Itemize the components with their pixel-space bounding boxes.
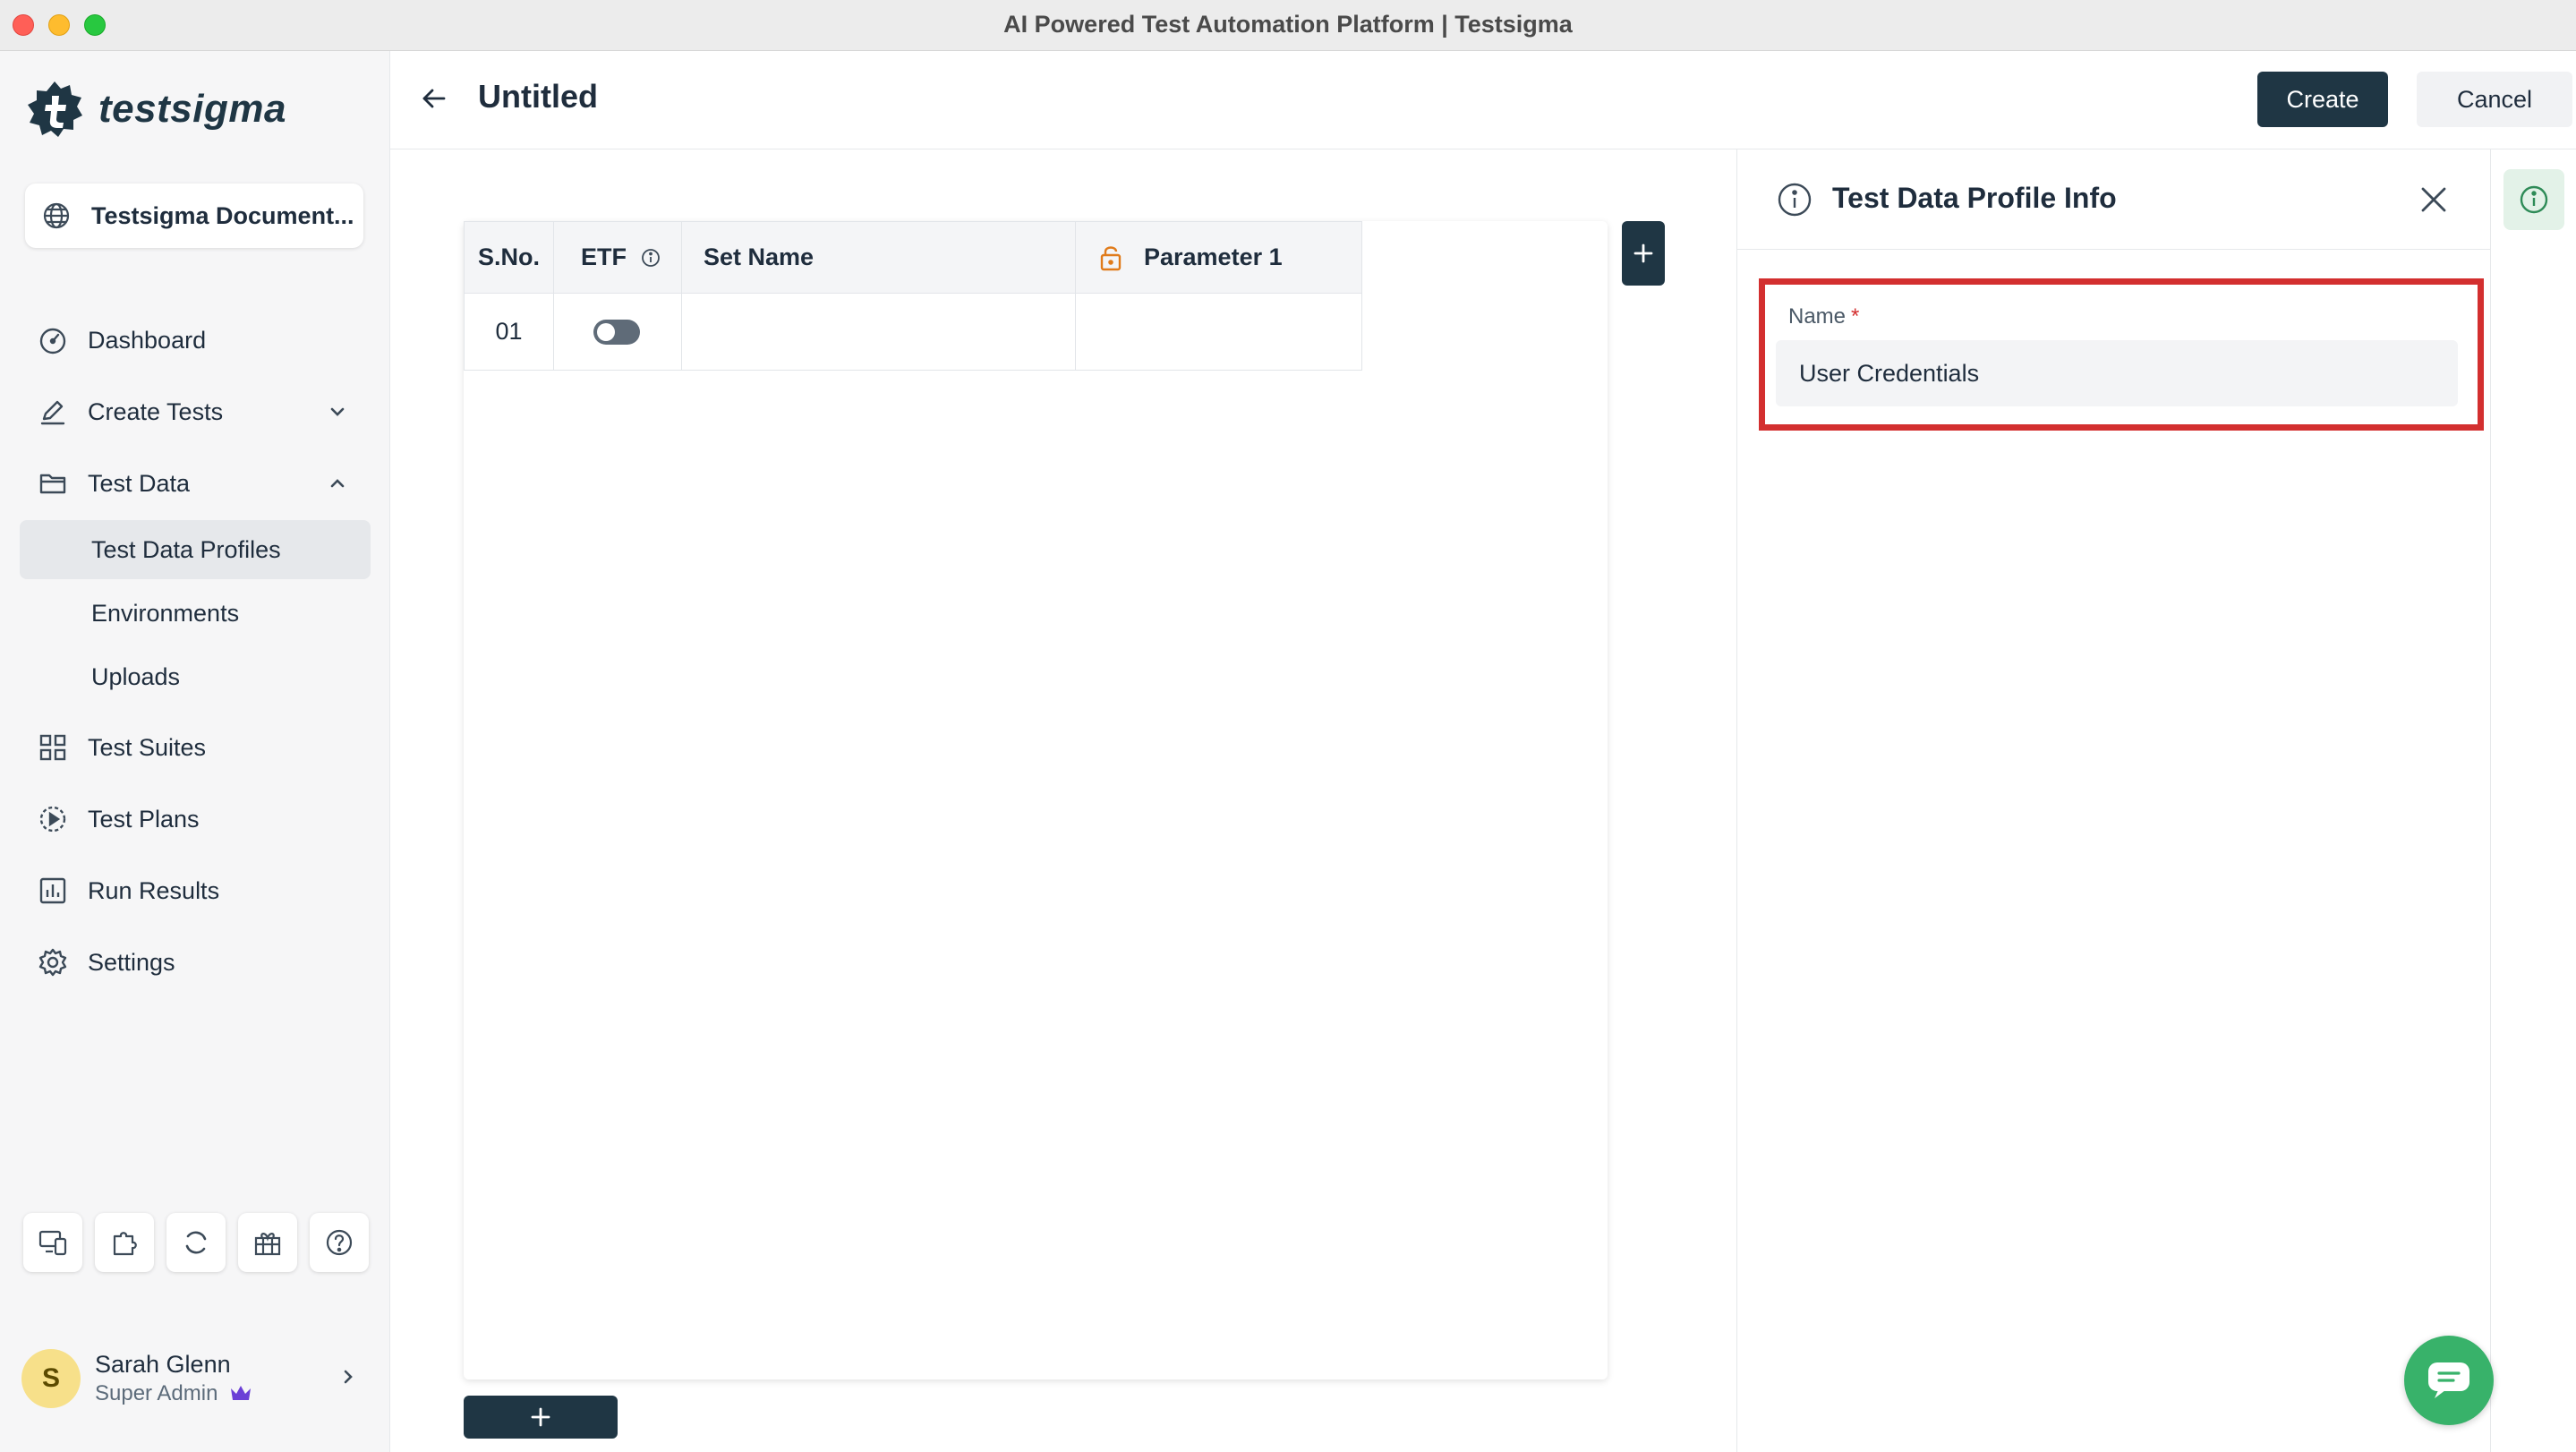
column-header-parameter-1[interactable]: Parameter 1: [1075, 221, 1362, 294]
test-data-editor: S.No. ETF Set Name Parameter 1 01: [390, 149, 1736, 1452]
sidebar-item-label: Run Results: [88, 876, 220, 904]
device-icon[interactable]: [23, 1213, 82, 1272]
cell-parameter-1[interactable]: [1075, 293, 1362, 371]
folder-icon: [38, 468, 68, 499]
right-rail: [2490, 149, 2576, 1452]
window-title: AI Powered Test Automation Platform | Te…: [1003, 11, 1573, 38]
crown-icon: [229, 1383, 252, 1403]
cancel-button[interactable]: Cancel: [2417, 72, 2572, 127]
sidebar-item-test-data[interactable]: Test Data: [20, 454, 371, 513]
info-toggle-button[interactable]: [2503, 169, 2564, 230]
plus-icon: [1632, 242, 1655, 265]
chevron-right-icon[interactable]: [338, 1367, 358, 1387]
bar-chart-icon: [38, 875, 68, 906]
brand-name: testsigma: [98, 87, 286, 131]
gift-icon[interactable]: [238, 1213, 297, 1272]
column-header-set-name[interactable]: Set Name: [681, 221, 1076, 294]
sidebar-item-label: Settings: [88, 948, 175, 976]
page-header: Untitled Create Cancel: [390, 51, 2576, 149]
user-profile[interactable]: S Sarah Glenn Super Admin: [20, 1340, 371, 1421]
sidebar-item-label: Test Plans: [88, 805, 200, 833]
back-arrow-icon[interactable]: [419, 83, 449, 114]
name-field-highlight: Name * User Credentials: [1759, 278, 2484, 431]
user-role-label: Super Admin: [95, 1381, 218, 1405]
sidebar-item-run-results[interactable]: Run Results: [20, 861, 371, 920]
profile-info-panel: Test Data Profile Info Name * User Creden…: [1736, 149, 2491, 1452]
info-icon[interactable]: [641, 248, 661, 268]
sidebar-subitem-uploads[interactable]: Uploads: [20, 647, 371, 706]
chat-support-button[interactable]: [2404, 1336, 2494, 1425]
user-name: Sarah Glenn: [95, 1351, 231, 1378]
gear-icon: [38, 947, 68, 978]
cell-sno: 01: [464, 293, 554, 371]
sidebar-subitem-test-data-profiles[interactable]: Test Data Profiles: [20, 520, 371, 579]
plus-icon: [529, 1405, 552, 1429]
pencil-icon: [38, 397, 68, 427]
sidebar-item-label: Test Suites: [88, 733, 207, 761]
page-title[interactable]: Untitled: [478, 78, 598, 115]
sidebar-item-dashboard[interactable]: Dashboard: [20, 311, 371, 370]
brand-logo[interactable]: testsigma: [25, 78, 286, 141]
puzzle-icon[interactable]: [95, 1213, 154, 1272]
sidebar-item-label: Create Tests: [88, 397, 224, 425]
table-row: 01: [464, 293, 1362, 371]
chat-bubble-icon: [2426, 1360, 2472, 1401]
help-icon[interactable]: [310, 1213, 369, 1272]
workspace-selector[interactable]: Testsigma Document...: [25, 184, 363, 248]
dashboard-gauge-icon: [38, 325, 68, 355]
etf-toggle[interactable]: [593, 319, 640, 345]
name-field-label: Name *: [1788, 304, 1860, 329]
chevron-up-icon[interactable]: [328, 474, 347, 493]
info-icon: [2518, 184, 2550, 216]
globe-icon: [41, 201, 72, 231]
workspace-name: Testsigma Document...: [91, 201, 354, 229]
play-circle-icon: [38, 804, 68, 834]
close-icon[interactable]: [2418, 184, 2450, 216]
sidebar-subitem-environments[interactable]: Environments: [20, 584, 371, 643]
chevron-down-icon[interactable]: [328, 402, 347, 422]
column-header-label: ETF: [581, 243, 627, 270]
panel-header: Test Data Profile Info: [1737, 149, 2491, 250]
sidebar-item-test-plans[interactable]: Test Plans: [20, 790, 371, 849]
data-table-card: S.No. ETF Set Name Parameter 1 01: [464, 221, 1608, 1379]
column-header-etf: ETF: [553, 221, 682, 294]
add-row-button[interactable]: [464, 1396, 618, 1439]
cell-etf: [553, 293, 682, 371]
add-column-button[interactable]: [1622, 221, 1665, 286]
user-role: Super Admin: [95, 1381, 252, 1406]
column-header-label: Parameter 1: [1144, 243, 1283, 270]
required-marker: *: [1851, 304, 1860, 329]
data-table: S.No. ETF Set Name Parameter 1 01: [464, 221, 1362, 371]
name-input[interactable]: User Credentials: [1776, 340, 2458, 406]
info-icon: [1777, 182, 1813, 218]
avatar: S: [21, 1349, 81, 1408]
lock-icon[interactable]: [1097, 243, 1124, 272]
testsigma-logo-icon: [25, 80, 84, 139]
grid-icon: [38, 732, 68, 763]
column-header-label: Set Name: [704, 243, 815, 270]
sidebar-item-create-tests[interactable]: Create Tests: [20, 382, 371, 441]
sidebar-item-test-suites[interactable]: Test Suites: [20, 718, 371, 777]
table-header-row: S.No. ETF Set Name Parameter 1: [464, 221, 1362, 294]
panel-title: Test Data Profile Info: [1832, 182, 2117, 214]
sidebar: testsigma Testsigma Document... Dashboar…: [0, 51, 390, 1452]
sidebar-item-label: Dashboard: [88, 326, 207, 354]
sync-icon[interactable]: [166, 1213, 226, 1272]
sidebar-item-label: Test Data: [88, 469, 191, 497]
sidebar-item-settings[interactable]: Settings: [20, 933, 371, 992]
window-titlebar: AI Powered Test Automation Platform | Te…: [0, 0, 2576, 51]
cell-set-name[interactable]: [681, 293, 1076, 371]
column-header-sno: S.No.: [464, 221, 554, 294]
toggle-knob: [597, 322, 615, 341]
create-button[interactable]: Create: [2257, 72, 2388, 127]
